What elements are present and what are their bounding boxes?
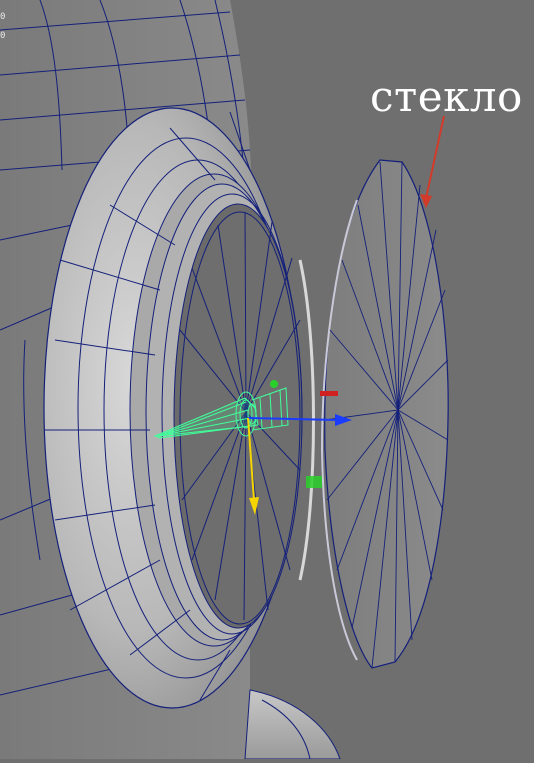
- gizmo-plane-handle[interactable]: [306, 476, 322, 488]
- gizmo-rotate-handle[interactable]: [270, 380, 278, 388]
- bezel-mesh: [43, 107, 315, 709]
- gizmo-x-handle[interactable]: [320, 391, 338, 396]
- hud-readout-2: 0: [0, 31, 6, 41]
- 3d-viewport[interactable]: 0 0 стекло: [0, 0, 534, 760]
- bottom-mesh: [244, 689, 341, 760]
- annotation-arrow: [420, 115, 445, 208]
- hud-readout-1: 0: [0, 12, 6, 22]
- glass-mesh: [320, 159, 449, 669]
- glass-annotation-label: стекло: [370, 72, 523, 121]
